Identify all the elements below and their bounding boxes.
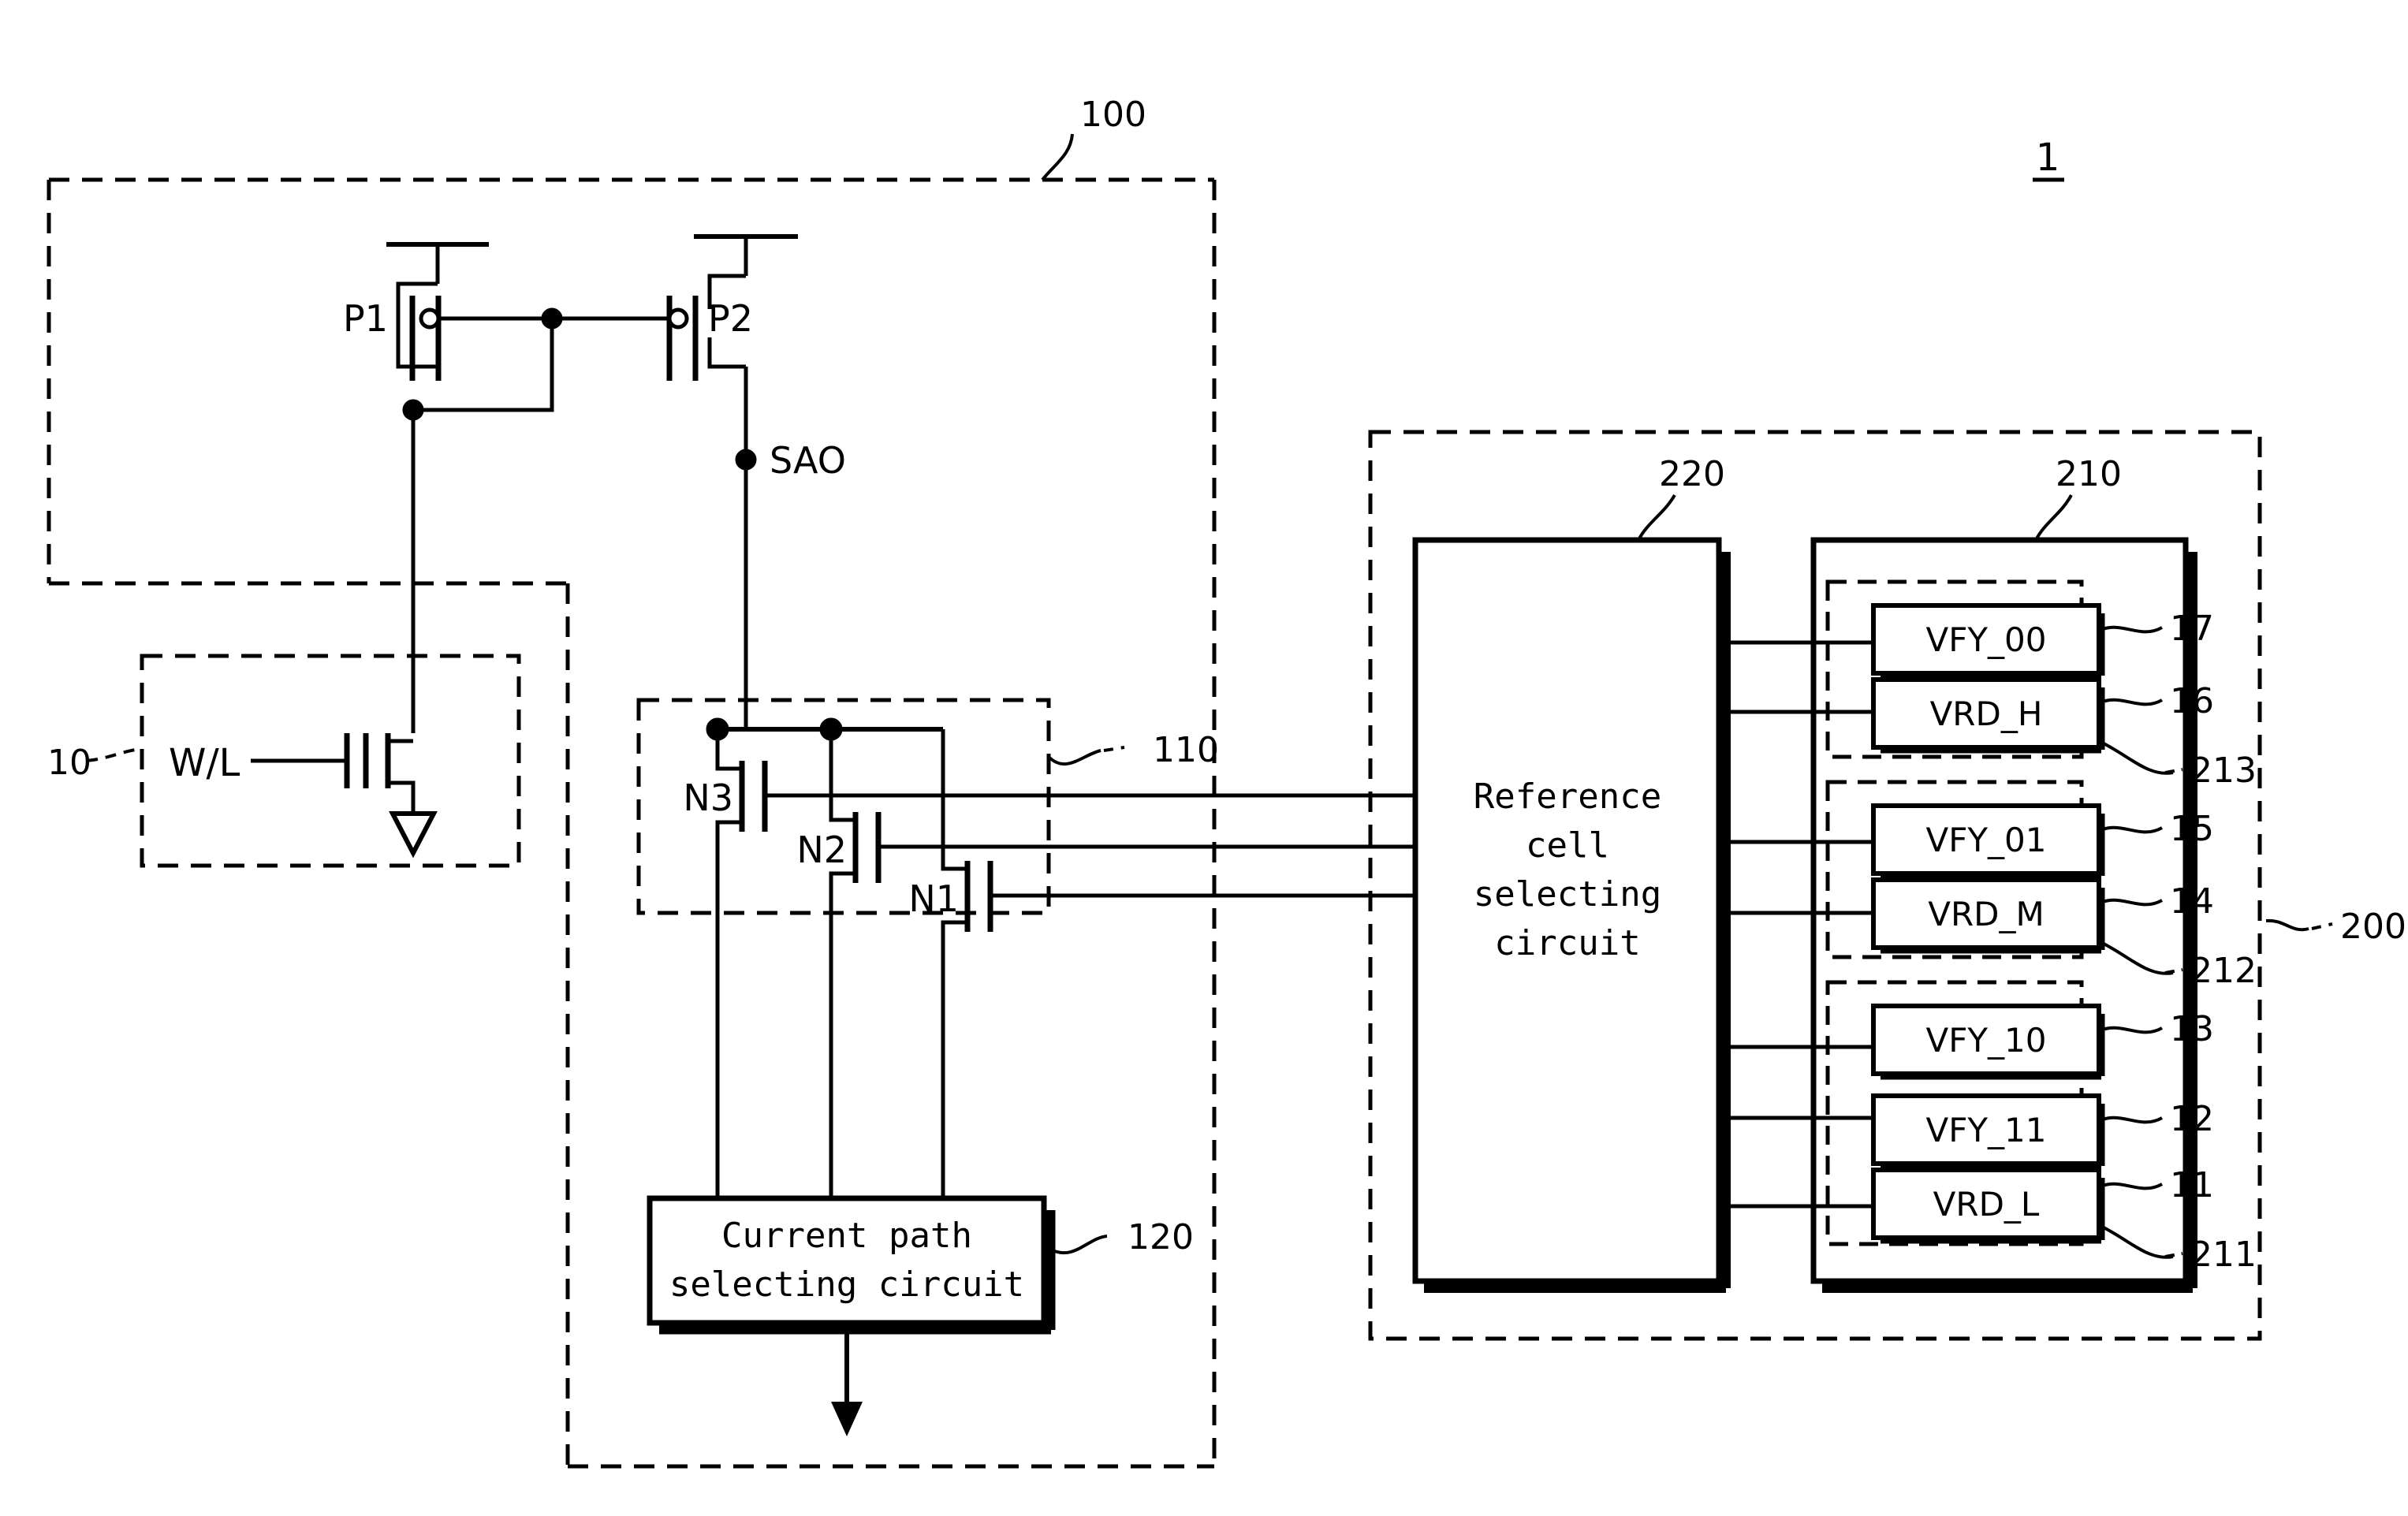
transistor-label-p2: P2 (708, 297, 753, 340)
transistor-label-n3: N3 (683, 777, 733, 819)
patent-figure-1: 1 100 110 120 10 200 210 220 17 16 213 1… (0, 0, 2408, 1516)
ref-numeral-110: 110 (1153, 730, 1219, 770)
transistor-label-n1: N1 (908, 877, 959, 920)
ref-numeral-12: 12 (2170, 1099, 2214, 1139)
reference-cell-selecting-circuit-line1: Reference (1474, 777, 1661, 817)
figure-number: 1 (2036, 136, 2060, 180)
node-label-sao: SAO (770, 439, 846, 482)
schematic-canvas: 1 100 110 120 10 200 210 220 17 16 213 1… (0, 0, 2408, 1516)
p1-inversion-bubble (419, 307, 441, 330)
ref-numeral-200: 200 (2340, 907, 2406, 947)
ref-numeral-17: 17 (2170, 609, 2214, 649)
ref-cell-label-vfy10: VFY_10 (1926, 1021, 2047, 1060)
wordline-label: W/L (169, 741, 240, 785)
ref-numeral-212: 212 (2190, 951, 2257, 991)
transistor-label-p1: P1 (343, 297, 388, 340)
ref-numeral-15: 15 (2170, 809, 2214, 849)
ref-numeral-220: 220 (1659, 454, 1725, 494)
ref-numeral-10: 10 (47, 743, 91, 783)
sao-node-dot (735, 449, 757, 471)
reference-cell-selecting-circuit-line4: circuit (1494, 923, 1640, 963)
ref-cell-label-vrdm: VRD_M (1928, 895, 2045, 933)
current-path-selecting-circuit-line2: selecting circuit (669, 1265, 1024, 1305)
ref-numeral-210: 210 (2056, 454, 2122, 494)
ref-cell-label-vfy11: VFY_11 (1926, 1111, 2047, 1149)
ref-numeral-100: 100 (1080, 95, 1146, 135)
transistor-label-n2: N2 (796, 829, 847, 871)
ref-numeral-14: 14 (2170, 881, 2214, 922)
reference-cell-selecting-circuit-line2: cell (1526, 825, 1609, 866)
ref-cell-label-vrdh: VRD_H (1930, 695, 2043, 733)
ref-cell-label-vrdl: VRD_L (1933, 1185, 2040, 1224)
ref-cell-label-vfy01: VFY_01 (1926, 821, 2047, 859)
ref-numeral-13: 13 (2170, 1009, 2214, 1049)
reference-cell-selecting-circuit-line3: selecting (1474, 874, 1661, 914)
current-path-selecting-circuit-line1: Current path (721, 1216, 972, 1256)
ref-numeral-120: 120 (1128, 1217, 1194, 1257)
ref-numeral-16: 16 (2170, 681, 2214, 721)
ref-numeral-211: 211 (2190, 1235, 2257, 1275)
ref-cell-label-vfy00: VFY_00 (1926, 620, 2047, 659)
p2-inversion-bubble (667, 307, 689, 330)
ref-numeral-213: 213 (2190, 751, 2257, 791)
ref-numeral-11: 11 (2170, 1165, 2214, 1205)
